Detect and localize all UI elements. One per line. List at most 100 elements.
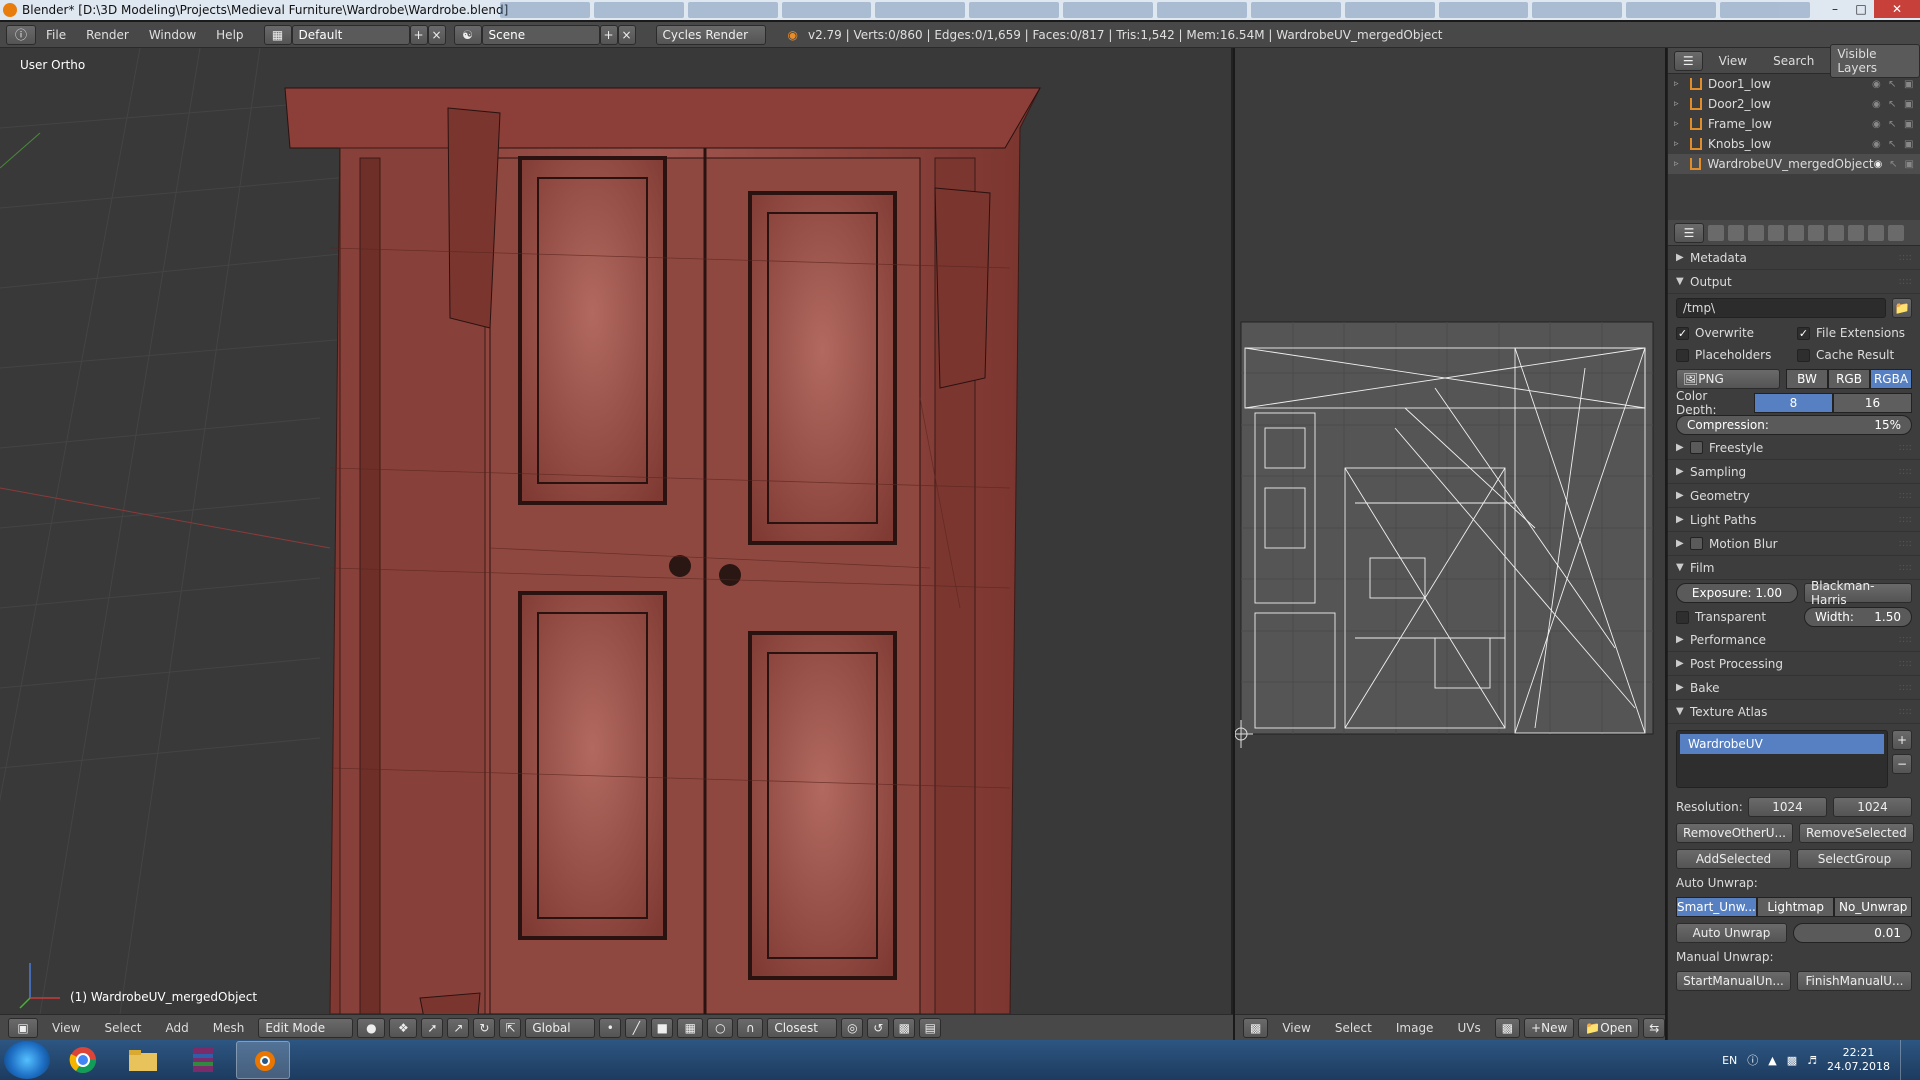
image-browse-icon[interactable]: ▩ bbox=[1494, 1017, 1521, 1038]
show-hidden-icons[interactable]: ▲ bbox=[1768, 1054, 1776, 1067]
outliner-item[interactable]: ▹ Door2_low ◉ ↖ ▣ bbox=[1668, 94, 1920, 114]
render-tab-icon[interactable] bbox=[1708, 224, 1724, 241]
editor-type-properties-icon[interactable]: ☰ bbox=[1674, 222, 1704, 243]
render-engine-select[interactable]: Cycles Render bbox=[655, 24, 766, 45]
snap-magnet-icon[interactable]: ∩ bbox=[737, 1017, 764, 1038]
remove-atlas-button[interactable]: − bbox=[1892, 754, 1912, 774]
menu-file[interactable]: File bbox=[36, 28, 76, 42]
edge-select-icon[interactable]: ╱ bbox=[625, 1017, 648, 1038]
close-button[interactable]: ✕ bbox=[1874, 0, 1920, 18]
atlas-list[interactable]: WardrobeUV bbox=[1676, 730, 1888, 788]
outliner-search-menu[interactable]: Search bbox=[1763, 54, 1824, 68]
file-format-select[interactable]: 🖼 PNG bbox=[1676, 369, 1780, 389]
viewport-shading-icon[interactable]: ● bbox=[357, 1017, 386, 1038]
render-camera-icon[interactable]: ▣ bbox=[1904, 119, 1920, 130]
add-atlas-button[interactable]: + bbox=[1892, 730, 1912, 750]
volume-icon[interactable]: ♬ bbox=[1807, 1054, 1817, 1067]
rotate-icon[interactable]: ↻ bbox=[473, 1017, 496, 1038]
start-button[interactable] bbox=[4, 1041, 50, 1079]
mode-select[interactable]: Edit Mode bbox=[258, 1017, 354, 1038]
editor-type-3d-icon[interactable]: ▣ bbox=[8, 1017, 38, 1038]
menu-render[interactable]: Render bbox=[76, 28, 139, 42]
unwrap-type-toggle[interactable]: Smart_Unw... Lightmap No_Unwrap bbox=[1676, 897, 1912, 917]
remove-other-uv-button[interactable]: RemoveOtherU... bbox=[1676, 823, 1793, 843]
resolution-y-field[interactable]: 1024 bbox=[1833, 797, 1912, 817]
proportional-edit-icon[interactable]: ○ bbox=[707, 1017, 734, 1038]
scene-icon[interactable]: ☯ bbox=[453, 24, 482, 45]
data-tab-icon[interactable] bbox=[1848, 224, 1864, 241]
panel-sampling[interactable]: ▶ Sampling:::: bbox=[1668, 460, 1920, 484]
chrome-taskbar-icon[interactable] bbox=[56, 1041, 110, 1079]
output-path-field[interactable]: /tmp\ bbox=[1676, 298, 1886, 318]
transparent-checkbox[interactable]: Transparent bbox=[1676, 610, 1798, 624]
eye-icon[interactable]: ◉ bbox=[1872, 139, 1888, 150]
file-explorer-taskbar-icon[interactable] bbox=[116, 1041, 170, 1079]
clock[interactable]: 22:21 24.07.2018 bbox=[1827, 1046, 1890, 1074]
scale-icon[interactable]: ⇱ bbox=[499, 1017, 522, 1038]
panel-output[interactable]: ▼ Output:::: bbox=[1668, 270, 1920, 294]
menu-image-select[interactable]: Select bbox=[1325, 1021, 1382, 1035]
snap-align-icon[interactable]: ◎ bbox=[841, 1017, 864, 1038]
outliner-item-active[interactable]: ▹ WardrobeUV_mergedObject ◉ ↖ ▣ bbox=[1668, 154, 1920, 174]
panel-geometry[interactable]: ▶ Geometry:::: bbox=[1668, 484, 1920, 508]
face-select-icon[interactable]: ■ bbox=[651, 1017, 674, 1038]
add-scene-icon[interactable]: + bbox=[599, 24, 618, 45]
outliner-item[interactable]: ▹ Knobs_low ◉ ↖ ▣ bbox=[1668, 134, 1920, 154]
render-camera-icon[interactable]: ▣ bbox=[1904, 79, 1920, 90]
winrar-taskbar-icon[interactable] bbox=[176, 1041, 230, 1079]
cursor-select-icon[interactable]: ↖ bbox=[1888, 139, 1904, 150]
render-layers-tab-icon[interactable] bbox=[1728, 224, 1744, 241]
outliner-view-menu[interactable]: View bbox=[1709, 54, 1757, 68]
remove-scene-icon[interactable]: × bbox=[617, 24, 636, 45]
atlas-list-item[interactable]: WardrobeUV bbox=[1680, 734, 1884, 754]
modifiers-tab-icon[interactable] bbox=[1828, 224, 1844, 241]
folder-icon[interactable]: 📁 bbox=[1892, 298, 1912, 318]
render-camera-icon[interactable]: ▣ bbox=[1904, 99, 1920, 110]
outliner-display-mode[interactable]: Visible Layers bbox=[1830, 43, 1920, 78]
panel-freestyle[interactable]: ▶ Freestyle:::: bbox=[1668, 436, 1920, 460]
menu-image-view[interactable]: View bbox=[1272, 1021, 1320, 1035]
add-selected-button[interactable]: AddSelected bbox=[1676, 849, 1791, 869]
panel-metadata[interactable]: ▶ Metadata:::: bbox=[1668, 246, 1920, 270]
panel-film[interactable]: ▼ Film:::: bbox=[1668, 556, 1920, 580]
new-image-button[interactable]: + New bbox=[1524, 1017, 1575, 1038]
menu-add[interactable]: Add bbox=[156, 1021, 199, 1035]
show-desktop-button[interactable] bbox=[1900, 1040, 1910, 1080]
scene-tab-icon[interactable] bbox=[1748, 224, 1764, 241]
open-image-button[interactable]: 📁 Open bbox=[1578, 1017, 1640, 1038]
panel-performance[interactable]: ▶ Performance:::: bbox=[1668, 628, 1920, 652]
auto-unwrap-button[interactable]: Auto Unwrap bbox=[1676, 923, 1787, 943]
network-icon[interactable]: ▩ bbox=[1787, 1054, 1797, 1067]
help-icon[interactable]: ⓘ bbox=[1747, 1052, 1758, 1068]
placeholders-checkbox[interactable]: Placeholders bbox=[1676, 348, 1791, 362]
world-tab-icon[interactable] bbox=[1768, 224, 1784, 241]
filter-width-field[interactable]: Width: 1.50 bbox=[1804, 607, 1912, 627]
3d-viewport[interactable]: User Ortho (1) WardrobeUV_mergedObject bbox=[0, 48, 1233, 1014]
select-group-button[interactable]: SelectGroup bbox=[1797, 849, 1912, 869]
resolution-x-field[interactable]: 1024 bbox=[1748, 797, 1827, 817]
menu-image[interactable]: Image bbox=[1386, 1021, 1444, 1035]
object-tab-icon[interactable] bbox=[1788, 224, 1804, 241]
cursor-select-icon[interactable]: ↖ bbox=[1889, 159, 1904, 170]
panel-post-processing[interactable]: ▶ Post Processing:::: bbox=[1668, 652, 1920, 676]
panel-bake[interactable]: ▶ Bake:::: bbox=[1668, 676, 1920, 700]
orientation-select[interactable]: Global bbox=[525, 1017, 596, 1038]
panel-texture-atlas[interactable]: ▼ Texture Atlas:::: bbox=[1668, 700, 1920, 724]
constraints-tab-icon[interactable] bbox=[1808, 224, 1824, 241]
eye-icon[interactable]: ◉ bbox=[1872, 119, 1888, 130]
texture-tab-icon[interactable] bbox=[1888, 224, 1904, 241]
menu-window[interactable]: Window bbox=[139, 28, 206, 42]
pixel-filter-select[interactable]: Blackman-Harris bbox=[1804, 579, 1912, 607]
panel-light-paths[interactable]: ▶ Light Paths:::: bbox=[1668, 508, 1920, 532]
uv-sync-icon[interactable]: ⇆ bbox=[1643, 1017, 1666, 1038]
uv-image-editor[interactable] bbox=[1235, 48, 1665, 1014]
unwrap-margin-field[interactable]: 0.01 bbox=[1793, 923, 1912, 943]
exposure-field[interactable]: Exposure: 1.00 bbox=[1676, 583, 1798, 603]
start-manual-unwrap-button[interactable]: StartManualUn... bbox=[1676, 971, 1791, 991]
overwrite-checkbox[interactable]: ✓ Overwrite bbox=[1676, 326, 1791, 340]
file-extensions-checkbox[interactable]: ✓ File Extensions bbox=[1797, 326, 1912, 340]
manipulator-icon[interactable]: ➚ bbox=[421, 1017, 444, 1038]
menu-uvs[interactable]: UVs bbox=[1447, 1021, 1490, 1035]
panel-motion-blur[interactable]: ▶ Motion Blur:::: bbox=[1668, 532, 1920, 556]
add-layout-icon[interactable]: + bbox=[409, 24, 428, 45]
